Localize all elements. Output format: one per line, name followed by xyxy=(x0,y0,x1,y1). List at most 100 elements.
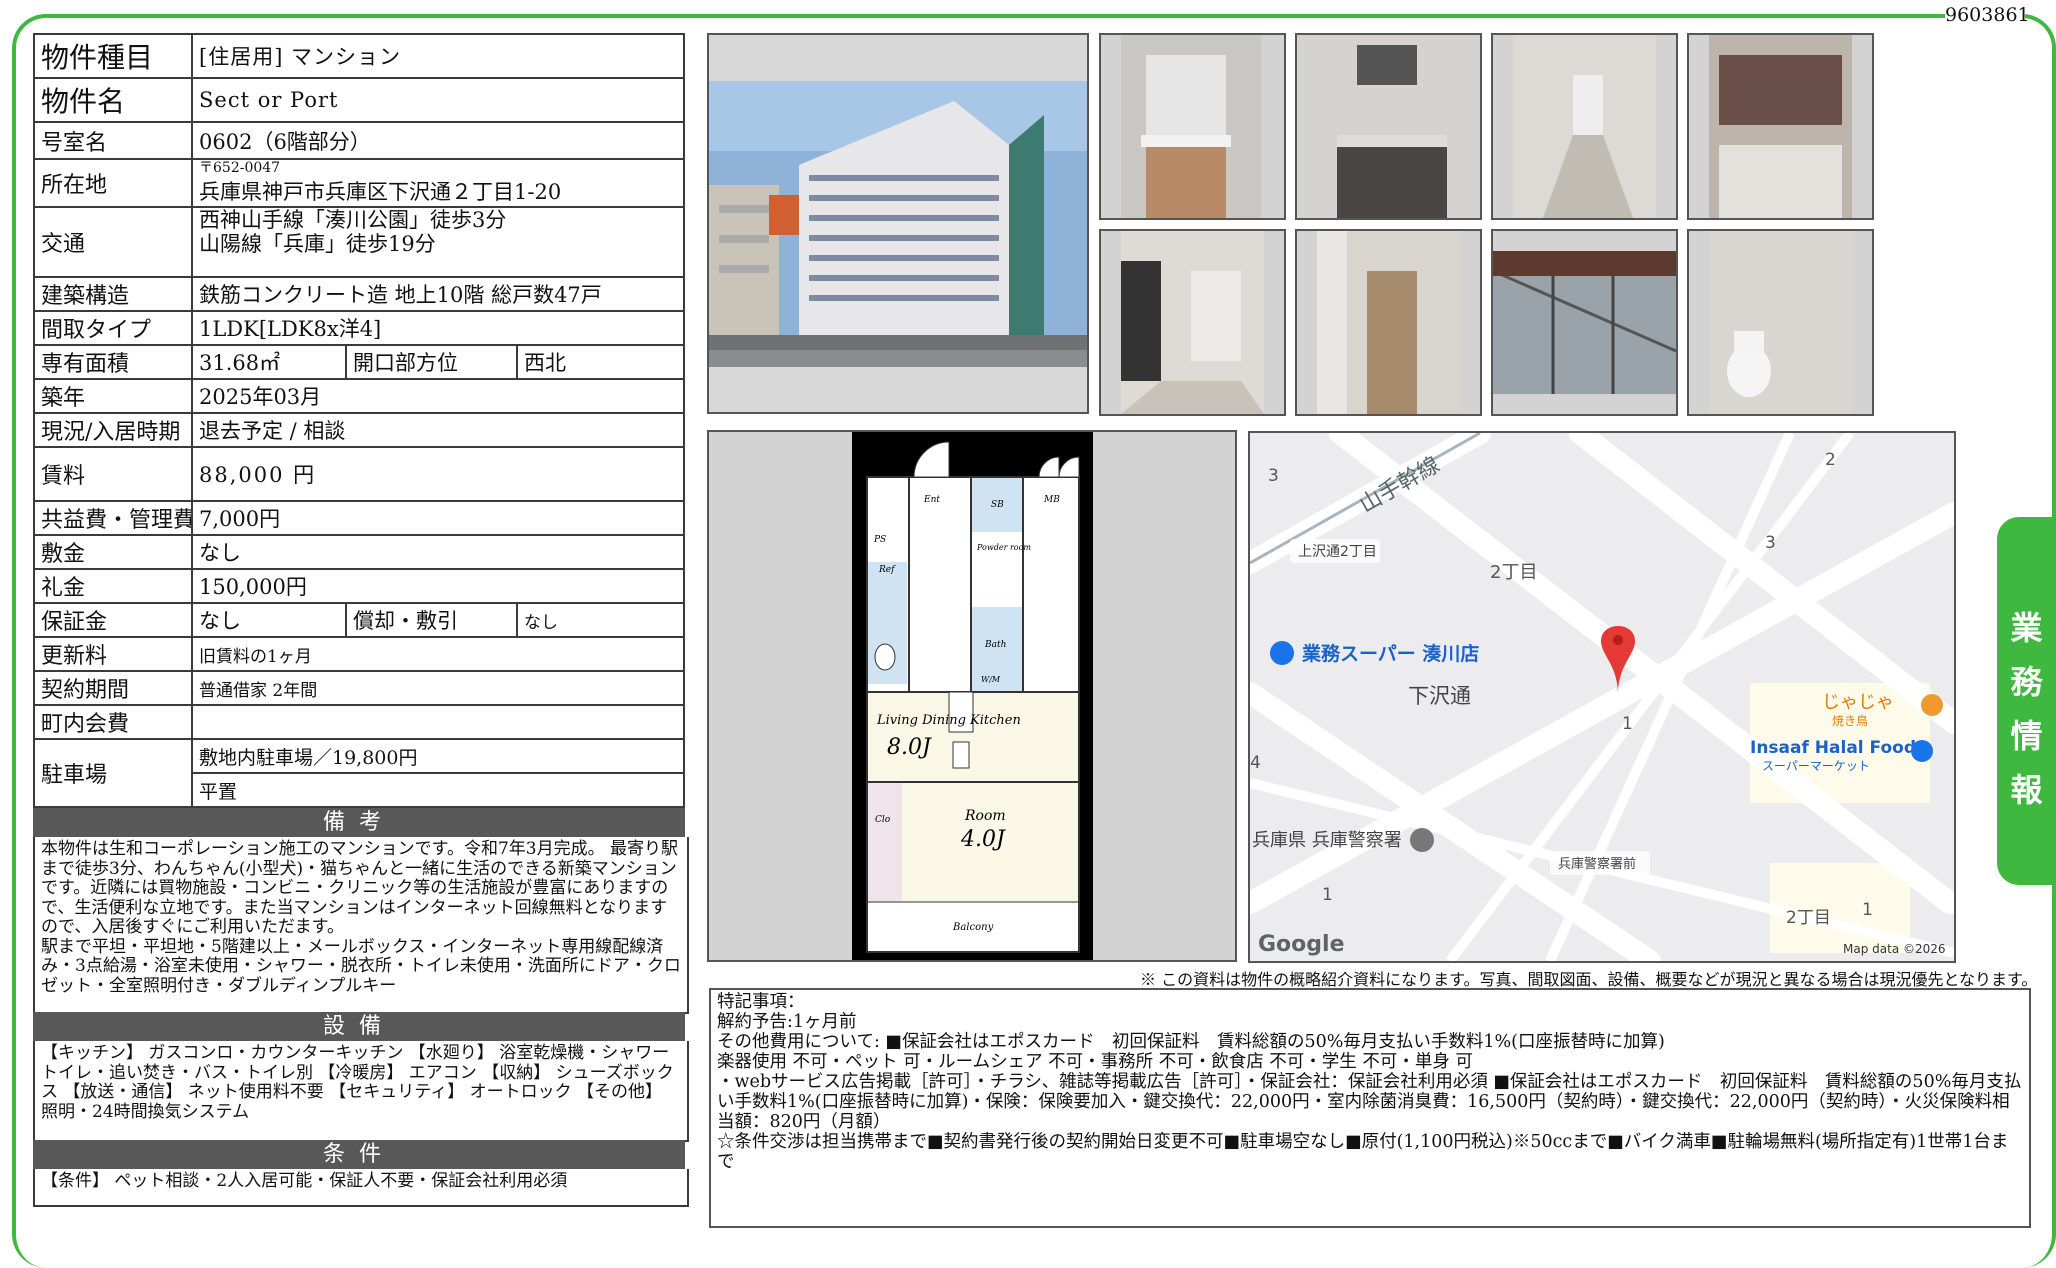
map-num-1a: 1 xyxy=(1622,714,1633,734)
facing-value: 西北 xyxy=(516,344,685,380)
floor-plan-bath: Bath xyxy=(984,640,1006,650)
room-label: 号室名 xyxy=(33,121,193,160)
key-money-label: 礼金 xyxy=(33,568,193,604)
bathroom-photo xyxy=(1687,33,1874,220)
name-value: Sect or Port xyxy=(191,77,685,123)
amortization-value: なし xyxy=(516,602,685,638)
layout-value: 1LDK[LDK8x洋4] xyxy=(191,310,685,346)
access-line-1: 西神山手線「湊川公園」徒歩3分 xyxy=(199,208,507,232)
status-label: 現況/入居時期 xyxy=(33,412,193,448)
rent-label: 賃料 xyxy=(33,446,193,502)
equipment-header: 設備 xyxy=(33,1012,685,1041)
facing-label: 開口部方位 xyxy=(345,344,518,380)
address-value: 兵庫県神戸市兵庫区下沢通２丁目1-20 xyxy=(199,179,562,204)
parking-line-1: 敷地内駐車場／19,800円 xyxy=(191,738,685,774)
location-map[interactable]: 山手幹線 上沢通2丁目 2丁目 業務スーパー 湊川店 下沢通 じゃじゃ 焼き鳥 … xyxy=(1248,431,1956,963)
status-value: 退去予定 / 相談 xyxy=(191,412,685,448)
map-credit: Map data ©2026 xyxy=(1843,942,1946,956)
floor-plan-room-name: Room xyxy=(964,808,1006,824)
map-num-3a: 3 xyxy=(1268,466,1279,486)
area-value: 31.68㎡ xyxy=(191,344,347,380)
washroom-photo xyxy=(1099,33,1286,220)
parking-line-2: 平置 xyxy=(191,772,685,808)
map-station-1: 上沢通2丁目 xyxy=(1298,544,1377,560)
remarks-box: 本物件は生和コーポレーション施工のマンションです。令和7年3月完成。 最寄り駅ま… xyxy=(33,837,689,1014)
key-money-value: 150,000円 xyxy=(191,568,685,604)
deposit-label: 敷金 xyxy=(33,534,193,570)
map-num-2: 2 xyxy=(1825,450,1836,470)
built-label: 築年 xyxy=(33,378,193,414)
floor-plan-powder: Powder room xyxy=(976,543,1031,552)
renewal-value: 旧賃料の1ヶ月 xyxy=(191,636,685,672)
conditions-text: 【条件】 ペット相談・2人入居可能・保証人不要・保証会社利用必須 xyxy=(41,1171,568,1191)
parking-label: 駐車場 xyxy=(33,738,193,808)
guarantee-label: 保証金 xyxy=(33,602,193,638)
map-num-3b: 3 xyxy=(1765,533,1776,553)
floor-plan-ent: Ent xyxy=(923,495,940,505)
floor-plan-sb: SB xyxy=(991,500,1004,510)
floor-plan-clo: Clo xyxy=(875,815,891,825)
equipment-text: 【キッチン】 ガスコンロ・カウンターキッチン 【水廻り】 浴室乾燥機・シャワート… xyxy=(41,1043,674,1122)
remarks-text: 本物件は生和コーポレーション施工のマンションです。令和7年3月完成。 最寄り駅ま… xyxy=(41,839,681,996)
document-id: 9603861 xyxy=(1945,2,2030,28)
fee-label: 共益費・管理費 xyxy=(33,500,193,536)
map-store-1: 業務スーパー 湊川店 xyxy=(1301,642,1479,665)
toilet-photo xyxy=(1687,229,1874,416)
disclaimer-note: ※ この資料は物件の概略紹介資料になります。写真、間取図面、設備、概要などが現況… xyxy=(1140,970,2038,989)
room-photo xyxy=(1099,229,1286,416)
map-restaurant-1: じゃじゃ xyxy=(1822,692,1894,713)
zip-code: 〒652-0047 xyxy=(199,159,281,176)
floor-plan-room-size: 4.0J xyxy=(960,827,1006,852)
structure-value: 鉄筋コンクリート造 地上10階 総戸数47戸 xyxy=(191,276,685,312)
name-label: 物件名 xyxy=(33,77,193,123)
map-num-1b: 1 xyxy=(1322,885,1333,905)
floor-plan-balcony: Balcony xyxy=(952,922,994,933)
association-fee-value xyxy=(191,704,685,740)
floor-plan-ps: PS xyxy=(873,535,886,545)
layout-label: 間取タイプ xyxy=(33,310,193,346)
fee-value: 7,000円 xyxy=(191,500,685,536)
floor-plan-wm: W/M xyxy=(981,675,1001,684)
map-block-1: 2丁目 xyxy=(1490,562,1537,583)
property-spec-table: 物件種目 [住居用] マンション 物件名 Sect or Port 号室名 06… xyxy=(33,33,685,808)
map-store-2-sub: スーパーマーケット xyxy=(1762,759,1870,773)
equipment-box: 【キッチン】 ガスコンロ・カウンターキッチン 【水廻り】 浴室乾燥機・シャワート… xyxy=(33,1041,689,1142)
floor-plan-ref: Ref xyxy=(878,565,896,575)
map-num-4: 4 xyxy=(1250,753,1261,773)
google-logo: Google xyxy=(1258,932,1345,957)
contract-value: 普通借家 2年間 xyxy=(191,670,685,706)
built-value: 2025年03月 xyxy=(191,378,685,414)
map-station-2: 兵庫警察署前 xyxy=(1558,856,1636,872)
room-value: 0602（6階部分） xyxy=(191,121,685,160)
business-info-tab[interactable]: 業務情報 xyxy=(1997,517,2056,885)
access-label: 交通 xyxy=(33,206,193,278)
rent-value: 88,000 円 xyxy=(191,446,685,502)
deposit-value: なし xyxy=(191,534,685,570)
map-num-1c: 1 xyxy=(1862,900,1873,920)
access-line-2: 山陽線「兵庫」徒歩19分 xyxy=(199,232,436,256)
special-notes: 特記事項： 解約予告:1ヶ月前 その他費用について: ■保証会社はエポスカード … xyxy=(709,988,2031,1228)
floor-plan-ldk-size: 8.0J xyxy=(887,735,932,760)
floor-plan-mb: MB xyxy=(1043,495,1060,505)
conditions-header: 条件 xyxy=(33,1140,685,1169)
renewal-label: 更新料 xyxy=(33,636,193,672)
business-info-tab-label: 業務情報 xyxy=(2010,609,2043,809)
floor-plan: Ent SB MB PS Ref Powder room Bath W/M Li… xyxy=(707,430,1237,962)
exterior-detail-photo xyxy=(1491,229,1678,416)
conditions-box: 【条件】 ペット相談・2人入居可能・保証人不要・保証会社利用必須 xyxy=(33,1169,689,1207)
remarks-header: 備考 xyxy=(33,808,685,837)
structure-label: 建築構造 xyxy=(33,276,193,312)
entrance-photo xyxy=(1295,229,1482,416)
hallway-photo xyxy=(1491,33,1678,220)
type-value: [住居用] マンション xyxy=(191,33,685,79)
map-police-label: 兵庫県 兵庫警察署 xyxy=(1252,830,1402,851)
map-restaurant-1-sub: 焼き鳥 xyxy=(1832,713,1868,728)
guarantee-value: なし xyxy=(191,602,347,638)
map-store-2: Insaaf Halal Food xyxy=(1750,738,1916,758)
contract-label: 契約期間 xyxy=(33,670,193,706)
address-label: 所在地 xyxy=(33,158,193,208)
kitchen-photo xyxy=(1295,33,1482,220)
map-block-2: 2丁目 xyxy=(1786,908,1831,928)
floor-plan-ldk-name: Living Dining Kitchen xyxy=(876,713,1021,728)
building-exterior-photo xyxy=(707,33,1089,414)
